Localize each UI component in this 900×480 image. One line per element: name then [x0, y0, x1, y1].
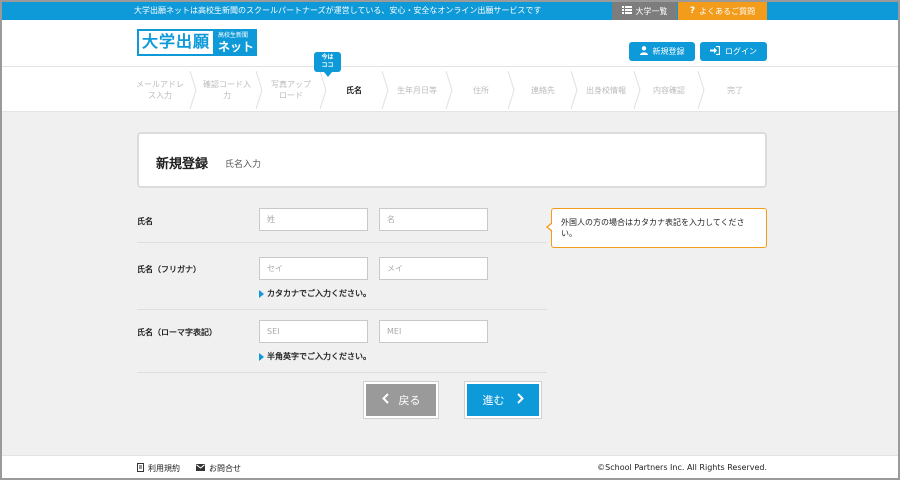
- page-subtitle: 氏名入力: [225, 160, 262, 170]
- kana-hint-text: カタカナでご入力ください。: [267, 289, 371, 298]
- roman-hint: 半角英字でご入力ください。: [259, 351, 371, 362]
- logo-sub-large: ネット: [218, 39, 255, 54]
- last-name-roman-input[interactable]: [259, 320, 368, 343]
- contact-label: お問合せ: [209, 464, 241, 473]
- top-bar: 大学出願ネットは高校生新聞のスクールパートナーズが運営している、安心・安全なオン…: [2, 2, 898, 20]
- university-list-label: 大学一覧: [635, 6, 668, 16]
- terms-link[interactable]: 利用規約: [137, 463, 180, 474]
- form-row-kana: 氏名（フリガナ） カタカナでご入力ください。: [137, 243, 547, 310]
- page-title-card: 新規登録 氏名入力: [137, 132, 767, 188]
- logo-sub: 高校生新聞 ネット: [215, 29, 258, 56]
- step-school: 出身校情報: [586, 85, 626, 95]
- last-name-kana-input[interactable]: [259, 257, 368, 280]
- chevron-right-icon: [516, 393, 524, 407]
- next-button[interactable]: 進む: [465, 382, 541, 418]
- terms-label: 利用規約: [148, 464, 180, 473]
- step-name-current: 氏名: [346, 85, 362, 95]
- back-label: 戻る: [398, 394, 421, 407]
- triangle-right-icon: [259, 289, 264, 298]
- login-button[interactable]: ログイン: [700, 42, 767, 61]
- step-contact: 連絡先: [531, 85, 555, 95]
- step-confirm: 内容確認: [653, 85, 685, 95]
- back-button[interactable]: 戻る: [364, 382, 438, 418]
- kana-hint: カタカナでご入力ください。: [259, 288, 371, 299]
- first-name-kana-input[interactable]: [379, 257, 488, 280]
- foreigner-note-tooltip: 外国人の方の場合はカタカナ表記を入力してください。: [546, 208, 767, 248]
- page: 大学出願ネットは高校生新聞のスクールパートナーズが運営している、安心・安全なオン…: [2, 2, 898, 478]
- contact-link[interactable]: お問合せ: [196, 463, 241, 474]
- step-email: メールアドレ ス入力: [136, 80, 184, 100]
- first-name-input[interactable]: [379, 208, 488, 231]
- login-icon: [710, 45, 721, 57]
- triangle-right-icon: [259, 352, 264, 361]
- header: 大学出願 高校生新聞 ネット 新規登録 ログイン: [2, 20, 898, 66]
- next-label: 進む: [482, 394, 505, 407]
- register-button[interactable]: 新規登録: [629, 42, 695, 61]
- roman-label: 氏名（ローマ字表記）: [137, 328, 217, 337]
- login-label: ログイン: [725, 47, 757, 56]
- last-name-input[interactable]: [259, 208, 368, 231]
- question-icon: ?: [689, 6, 696, 16]
- form-row-name: 氏名: [137, 202, 547, 243]
- step-photo: 写真アップ ロード: [271, 80, 311, 100]
- tagline: 大学出願ネットは高校生新聞のスクールパートナーズが運営している、安心・安全なオン…: [134, 6, 542, 15]
- page-title: 新規登録: [156, 157, 209, 172]
- register-label: 新規登録: [652, 47, 685, 56]
- form-row-roman: 氏名（ローマ字表記） 半角英字でご入力ください。: [137, 310, 547, 373]
- kana-label: 氏名（フリガナ）: [137, 265, 201, 274]
- step-complete: 完了: [727, 85, 743, 95]
- site-logo[interactable]: 大学出願 高校生新聞 ネット: [137, 29, 258, 56]
- copyright: ©School Partners Inc. All Rights Reserve…: [597, 463, 767, 472]
- step-birthdate: 生年月日等: [397, 85, 437, 95]
- name-label: 氏名: [137, 217, 153, 226]
- roman-hint-text: 半角英字でご入力ください。: [267, 352, 371, 361]
- chevron-left-icon: [381, 393, 389, 407]
- list-icon: [621, 6, 632, 16]
- step-code: 確認コード入力: [203, 80, 251, 100]
- faq-label: よくあるご質問: [699, 6, 756, 16]
- first-name-roman-input[interactable]: [379, 320, 488, 343]
- faq-button[interactable]: ? よくあるご質問: [678, 2, 767, 20]
- logo-sub-small: 高校生新聞: [218, 31, 249, 39]
- document-icon: [137, 463, 144, 474]
- footer: 利用規約 お問合せ ©School Partners Inc. All Righ…: [2, 455, 898, 478]
- step-progress-bar: メールアドレ ス入力 確認コード入力 写真アップ ロード 氏名 生年月日等 住所 連…: [2, 66, 898, 112]
- current-step-badge: 今は ココ: [314, 52, 341, 77]
- university-list-button[interactable]: 大学一覧: [612, 2, 677, 20]
- user-icon: [639, 46, 648, 57]
- mail-icon: [196, 464, 205, 473]
- logo-main-text: 大学出願: [137, 29, 216, 56]
- step-address: 住所: [473, 85, 489, 95]
